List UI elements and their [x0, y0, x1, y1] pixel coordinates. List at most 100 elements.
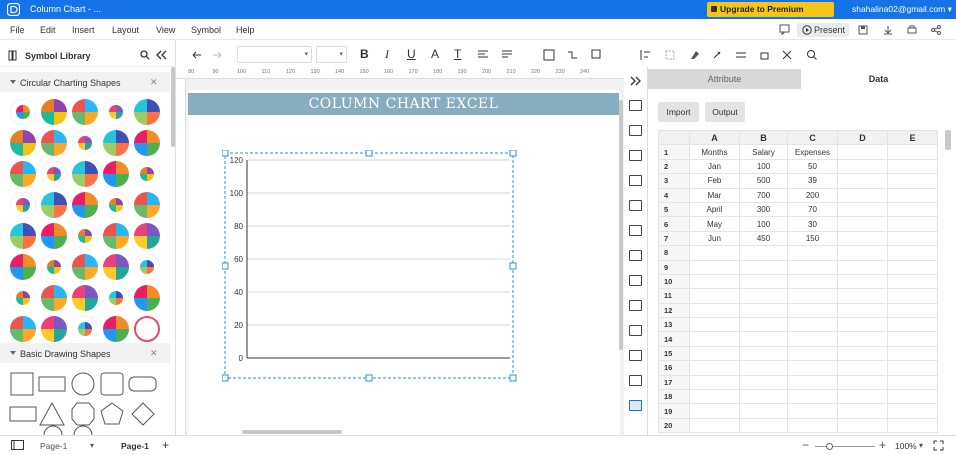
- grid-cell[interactable]: [689, 273, 740, 290]
- fullscreen-icon[interactable]: [933, 440, 944, 451]
- row-number[interactable]: 9: [658, 259, 690, 275]
- grid-cell[interactable]: [739, 374, 788, 391]
- grid-cell[interactable]: Jan: [689, 158, 740, 175]
- grid-cell[interactable]: [689, 389, 740, 405]
- grid-cell[interactable]: [887, 201, 938, 218]
- grid-cell[interactable]: [887, 273, 938, 290]
- grid-cell[interactable]: Months: [689, 144, 740, 160]
- circular-chart-shape[interactable]: [134, 192, 160, 218]
- grid-cell[interactable]: [739, 288, 788, 304]
- zoom-slider-handle[interactable]: [826, 443, 833, 450]
- text-style-icon[interactable]: T: [454, 47, 461, 61]
- grid-cell[interactable]: Jun: [689, 230, 740, 247]
- grid-cell[interactable]: [887, 230, 938, 247]
- grid-cell[interactable]: April: [689, 201, 740, 218]
- circular-chart-shape[interactable]: [103, 316, 129, 342]
- grid-cell[interactable]: [837, 216, 888, 232]
- add-page-button[interactable]: +: [162, 438, 169, 452]
- resize-handle[interactable]: [509, 262, 517, 270]
- row-number[interactable]: 18: [658, 389, 690, 405]
- presentation-icon[interactable]: [629, 200, 642, 211]
- align-objects-icon[interactable]: [640, 50, 650, 60]
- share-icon[interactable]: [931, 25, 941, 35]
- italic-icon[interactable]: I: [385, 47, 389, 62]
- grid-cell[interactable]: [787, 302, 838, 319]
- grid-cell[interactable]: [837, 230, 888, 247]
- circular-chart-shape[interactable]: [41, 223, 67, 249]
- download-icon[interactable]: [883, 25, 893, 35]
- circular-chart-shape[interactable]: [10, 316, 36, 342]
- circular-chart-shape[interactable]: [134, 130, 160, 156]
- circular-chart-shape[interactable]: [72, 161, 98, 187]
- circular-chart-shape[interactable]: [103, 161, 129, 187]
- history-icon[interactable]: [629, 375, 642, 386]
- grid-cell[interactable]: 300: [739, 201, 788, 218]
- resize-handle[interactable]: [222, 150, 229, 157]
- row-number[interactable]: 4: [658, 187, 690, 203]
- grid-layout-icon[interactable]: [629, 150, 642, 161]
- circular-chart-shape[interactable]: [103, 130, 129, 156]
- column-header[interactable]: C: [787, 129, 838, 146]
- row-number[interactable]: 16: [658, 360, 690, 376]
- line-style-icon[interactable]: [736, 52, 746, 58]
- row-number[interactable]: 10: [658, 273, 690, 290]
- canvas-h-scrollbar[interactable]: [242, 430, 342, 434]
- circular-chart-shape[interactable]: [103, 285, 129, 311]
- font-color-icon[interactable]: A: [431, 47, 439, 61]
- grid-cell[interactable]: [787, 317, 838, 333]
- grid-cell[interactable]: [787, 374, 838, 391]
- grid-cell[interactable]: 200: [787, 187, 838, 203]
- grid-scrollbar[interactable]: [945, 130, 951, 150]
- circular-chart-shape[interactable]: [41, 254, 67, 280]
- font-family-select[interactable]: ▾: [237, 46, 312, 63]
- grid-cell[interactable]: [787, 360, 838, 376]
- grid-cell[interactable]: [689, 345, 740, 362]
- connector-icon[interactable]: [568, 51, 577, 59]
- tools-icon[interactable]: [782, 50, 792, 60]
- grid-cell[interactable]: 450: [739, 230, 788, 247]
- grid-cell[interactable]: [887, 403, 938, 419]
- grid-cell[interactable]: [689, 302, 740, 319]
- grid-cell[interactable]: [689, 374, 740, 391]
- grid-cell[interactable]: [887, 374, 938, 391]
- grid-cell[interactable]: [837, 345, 888, 362]
- grid-cell[interactable]: [837, 374, 888, 391]
- circular-chart-shape[interactable]: [10, 99, 36, 125]
- grid-cell[interactable]: [689, 417, 740, 434]
- circular-chart-shape[interactable]: [41, 316, 67, 342]
- grid-cell[interactable]: [739, 360, 788, 376]
- grid-cell[interactable]: [787, 288, 838, 304]
- zoom-in-button[interactable]: +: [879, 438, 886, 452]
- grid-cell[interactable]: [689, 245, 740, 261]
- grid-cell[interactable]: 70: [787, 201, 838, 218]
- grid-cell[interactable]: [739, 345, 788, 362]
- grid-cell[interactable]: [887, 317, 938, 333]
- zoom-out-button[interactable]: −: [802, 438, 809, 452]
- circular-chart-shape[interactable]: [134, 316, 160, 342]
- circular-chart-shape[interactable]: [72, 254, 98, 280]
- grid-cell[interactable]: [837, 288, 888, 304]
- layers-icon[interactable]: [629, 175, 642, 186]
- menu-view[interactable]: View: [156, 25, 175, 35]
- row-number[interactable]: 2: [658, 158, 690, 175]
- row-number[interactable]: 3: [658, 173, 690, 189]
- data-grid[interactable]: A B C D E 1 Months Salary Expenses 2 Jan 100 50 3 Feb 5…: [658, 129, 938, 434]
- resize-handle[interactable]: [509, 374, 517, 382]
- grid-cell[interactable]: [689, 317, 740, 333]
- line-color-icon[interactable]: [713, 51, 721, 59]
- octagon-shape[interactable]: [71, 402, 95, 426]
- align-icon[interactable]: [478, 50, 488, 58]
- grid-cell[interactable]: [787, 273, 838, 290]
- grid-cell[interactable]: [787, 417, 838, 434]
- circular-chart-shape[interactable]: [10, 254, 36, 280]
- row-number[interactable]: 8: [658, 245, 690, 261]
- grid-cell[interactable]: 100: [739, 158, 788, 175]
- grid-cell[interactable]: [887, 158, 938, 175]
- circular-chart-shape[interactable]: [72, 285, 98, 311]
- row-number[interactable]: 11: [658, 288, 690, 304]
- small-circle-shape[interactable]: [43, 425, 63, 435]
- row-number[interactable]: 1: [658, 144, 690, 160]
- menu-layout[interactable]: Layout: [112, 25, 139, 35]
- fill-icon[interactable]: [629, 100, 642, 111]
- grid-cell[interactable]: [887, 360, 938, 376]
